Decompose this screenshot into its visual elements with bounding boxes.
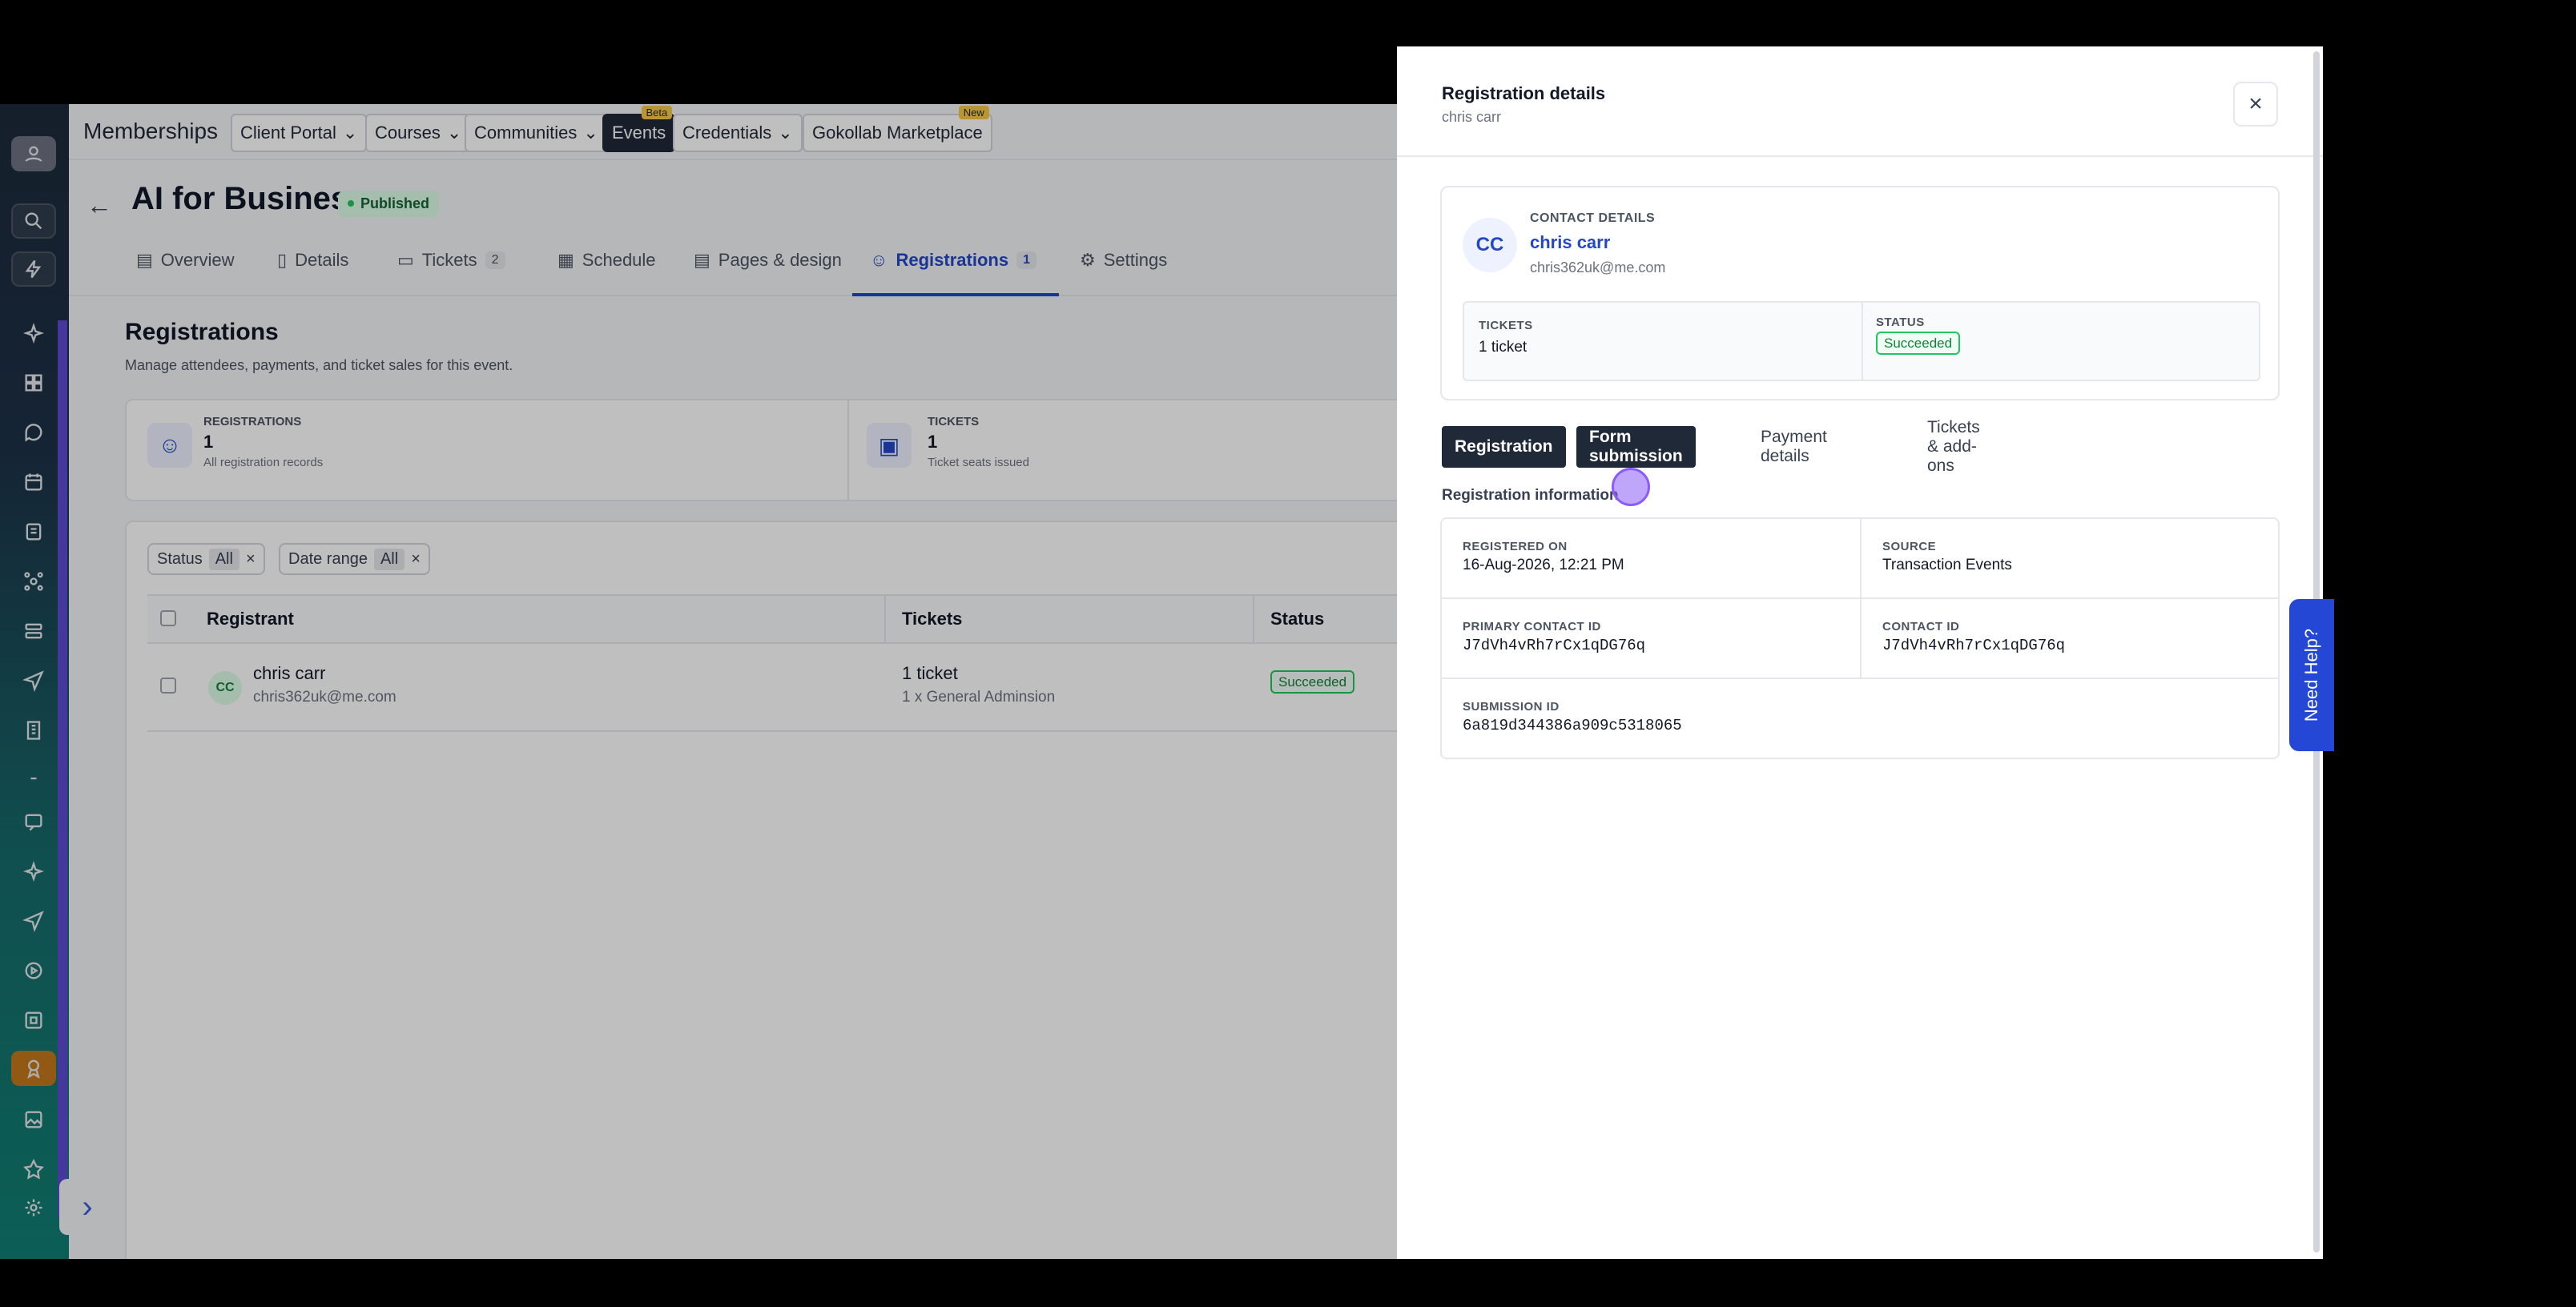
need-help-button[interactable]: Need Help?	[2289, 599, 2334, 751]
field-value: J7dVh4vRh7rCx1qDG76q	[1882, 637, 2066, 654]
field-key: SUBMISSION ID	[1463, 700, 1560, 714]
status-field: STATUS Succeeded	[1876, 316, 1961, 355]
registered-on-field: REGISTERED ON 16-Aug-2026, 12:21 PM	[1442, 519, 1645, 595]
field-key: STATUS	[1876, 316, 1925, 329]
tab-registration[interactable]: Registration	[1442, 426, 1566, 468]
field-value: 16-Aug-2026, 12:21 PM	[1463, 557, 1624, 573]
drawer-header: Registration details chris carr ×	[1397, 46, 2323, 157]
contact-email: chris362uk@me.com	[1530, 259, 1666, 275]
cursor-indicator	[1612, 468, 1650, 506]
tickets-field: TICKETS 1 ticket	[1479, 319, 1533, 356]
screen: › Memberships Client Portal ⌄ Courses ⌄ Co…	[0, 0, 2576, 1307]
tab-payment-details[interactable]: Payment details	[1748, 426, 1840, 468]
registration-details-drawer: Registration details chris carr × CC CON…	[1397, 46, 2323, 1259]
avatar: CC	[1463, 218, 1517, 272]
need-help-label: Need Help?	[2301, 628, 2321, 722]
close-icon: ×	[2248, 90, 2263, 117]
close-button[interactable]: ×	[2233, 82, 2278, 127]
status-badge: Succeeded	[1876, 332, 1961, 355]
source-field: SOURCE Transaction Events	[1862, 519, 2033, 595]
contact-id-field: CONTACT ID J7dVh4vRh7rCx1qDG76q	[1862, 599, 2086, 675]
tab-tickets-addons[interactable]: Tickets & add-ons	[1914, 418, 1993, 475]
registration-info-grid: REGISTERED ON 16-Aug-2026, 12:21 PM SOUR…	[1440, 517, 2280, 759]
submission-id-field: SUBMISSION ID 6a819d344386a909c5318065	[1442, 679, 1703, 755]
contact-name-link[interactable]: chris carr	[1530, 232, 1610, 253]
drawer-subtitle: chris carr	[1442, 109, 1502, 125]
field-value: J7dVh4vRh7rCx1qDG76q	[1463, 637, 1646, 654]
field-key: PRIMARY CONTACT ID	[1463, 620, 1601, 633]
contact-card: CC CONTACT DETAILS chris carr chris362uk…	[1440, 186, 2280, 400]
tab-form-submission[interactable]: Form submission	[1576, 426, 1696, 468]
field-key: TICKETS	[1479, 319, 1533, 332]
field-value: 6a819d344386a909c5318065	[1463, 717, 1682, 734]
field-value: Transaction Events	[1882, 557, 2012, 573]
registration-info-title: Registration information	[1442, 487, 1619, 504]
contact-details-label: CONTACT DETAILS	[1530, 211, 1656, 225]
field-key: CONTACT ID	[1882, 620, 1960, 633]
field-key: REGISTERED ON	[1463, 540, 1568, 553]
divider	[1862, 303, 1863, 380]
field-key: SOURCE	[1882, 540, 1937, 553]
modal-backdrop[interactable]	[0, 104, 1397, 1259]
drawer-title: Registration details	[1442, 83, 1606, 103]
field-value: 1 ticket	[1479, 339, 1527, 356]
primary-contact-id-field: PRIMARY CONTACT ID J7dVh4vRh7rCx1qDG76q	[1442, 599, 1666, 675]
tickets-status-box: TICKETS 1 ticket STATUS Succeeded	[1463, 301, 2260, 381]
